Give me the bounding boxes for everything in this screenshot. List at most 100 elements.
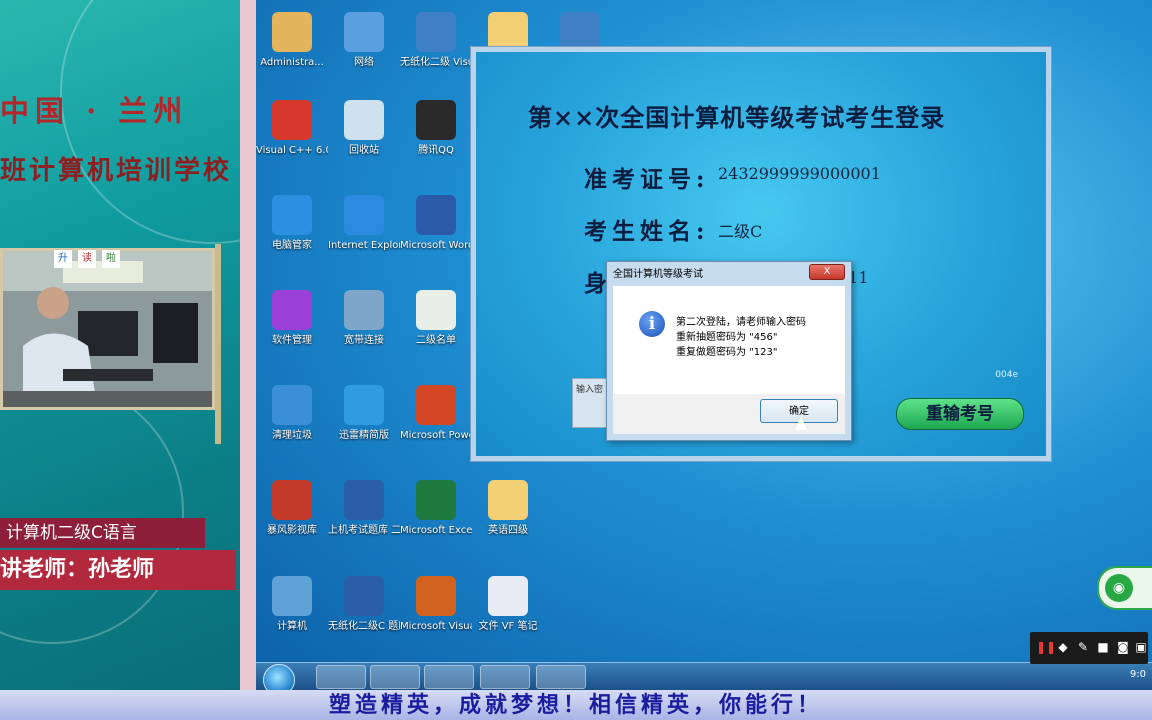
desktop-icon[interactable]: Internet Explorer (328, 195, 400, 252)
desktop-icon[interactable]: 计算机 (256, 576, 328, 633)
user-folder-icon (272, 12, 312, 52)
ticket-value: 2432999999000001 (718, 164, 881, 183)
dialog-body: i 第二次登陆，请老师输入密码 重新抽题密码为 "456" 重复做题密码为 "1… (613, 286, 845, 394)
desktop-icon[interactable]: 暴风影视库 (256, 480, 328, 537)
recycle-bin-icon (344, 100, 384, 140)
pc-manager-icon (272, 195, 312, 235)
desktop-icon-label: 宽带连接 (344, 335, 384, 346)
desktop-icon-label: Microsoft Visual Fo... (400, 621, 472, 632)
desktop-icon-label: 软件管理 (272, 335, 312, 346)
teacher-video (0, 248, 215, 410)
desktop-icon[interactable]: 上机考试题库 二级MS Of... (328, 480, 400, 537)
message-line: 重复做题密码为 "123" (676, 347, 778, 358)
pause-icon[interactable]: ❚❚ (1036, 640, 1056, 654)
desktop-icon-label: 英语四级 (488, 525, 528, 536)
desktop-icon-label: Microsoft Excel 2010 (400, 525, 472, 536)
tag-icon[interactable]: ◆ (1056, 640, 1070, 654)
board-frame (215, 244, 221, 444)
desktop-icon[interactable]: 腾讯QQ (400, 100, 472, 157)
exam-bank-icon (344, 576, 384, 616)
desktop-icon[interactable]: 回收站 (328, 100, 400, 157)
exam-bank-icon (344, 480, 384, 520)
desktop-icon-label: 上机考试题库 二级MS Of... (328, 525, 400, 536)
desktop-icon-label: 无纸化二级C 题库版 (328, 621, 400, 632)
powerpoint-icon (416, 385, 456, 425)
teaching-panel: 中国 · 兰州 班计算机培训学校 升 读 啦 计算机二级C语言 讲老师：孙老师 (0, 0, 240, 690)
desktop-icon-label: Microsoft PowerPoi... (400, 430, 472, 441)
desktop-icon[interactable]: 迅雷精简版 (328, 385, 400, 442)
desktop-icon[interactable]: Administra... (256, 12, 328, 69)
foxpro-icon (416, 576, 456, 616)
desktop-icon-label: Internet Explorer (328, 240, 400, 251)
desktop-icon[interactable]: 电脑管家 (256, 195, 328, 252)
excel-icon (416, 480, 456, 520)
desktop-icon-label: 迅雷精简版 (339, 430, 389, 441)
desktop-icon-label: 暴风影视库 (267, 525, 317, 536)
input-hint: 输入密 (576, 385, 604, 395)
dialog-caption: 全国计算机等级考试 (613, 269, 703, 280)
desktop-icon[interactable]: Microsoft Word 2010 (400, 195, 472, 252)
thunder-icon (344, 385, 384, 425)
wifi-widget[interactable]: ◉ (1097, 566, 1152, 610)
desktop-icon[interactable]: Microsoft Excel 2010 (400, 480, 472, 537)
qq-icon (416, 100, 456, 140)
desktop-icon-label: 清理垃圾 (272, 430, 312, 441)
desktop-icon-label: 文件 VF 笔记 (478, 621, 538, 632)
computer-icon (272, 576, 312, 616)
mouse-cursor-icon (795, 416, 807, 430)
desktop-icon[interactable]: Microsoft Visual Fo... (400, 576, 472, 633)
school-name-title: 班计算机培训学校 (0, 156, 233, 186)
recording-toolbar: ❚❚ ◆ ✎ ■ ◙ ▣ (1030, 632, 1148, 664)
decorative-swirl (0, 380, 184, 644)
taskbar-app-button[interactable] (370, 665, 420, 689)
message-dialog[interactable]: 全国计算机等级考试 X i 第二次登陆，请老师输入密码 重新抽题密码为 "456… (606, 261, 852, 441)
software-manager-icon (272, 290, 312, 330)
close-button[interactable]: X (809, 264, 845, 280)
clock[interactable]: 9:0 (1130, 669, 1146, 680)
corner-text: 004e (995, 370, 1018, 380)
taskbar: 9:0 (256, 662, 1152, 691)
video-library-icon (272, 480, 312, 520)
word-file-icon (488, 576, 528, 616)
course-name: 计算机二级C语言 (0, 518, 205, 548)
message-line: 重新抽题密码为 "456" (676, 332, 778, 343)
taskbar-app-button[interactable] (316, 665, 366, 689)
word-icon (416, 195, 456, 235)
desktop-icon[interactable]: 文件 VF 笔记 (472, 576, 544, 633)
desktop-icon[interactable]: 二级名单 (400, 290, 472, 347)
retype-button[interactable]: 重输考号 (896, 398, 1024, 430)
board-sign: 升 (54, 250, 72, 268)
desktop-icon-label: 计算机 (277, 621, 307, 632)
desktop-icon[interactable]: Visual C++ 6.0 (256, 100, 328, 157)
taskbar-folder-button[interactable] (424, 665, 474, 689)
desktop-icon[interactable]: 宽带连接 (328, 290, 400, 347)
app-icon (416, 12, 456, 52)
desktop-icon[interactable]: 网络 (328, 12, 400, 69)
taskbar-word-button[interactable] (480, 665, 530, 689)
desktop-icon[interactable]: 无纸化二级C 题库版 (328, 576, 400, 633)
info-icon: i (639, 311, 665, 337)
excel-file-icon (416, 290, 456, 330)
board-sign: 啦 (102, 250, 120, 268)
desktop-icon[interactable]: Microsoft PowerPoi... (400, 385, 472, 442)
camera-icon[interactable]: ◙ (1116, 640, 1130, 654)
board-sign: 读 (78, 250, 96, 268)
screen-icon[interactable]: ▣ (1134, 640, 1148, 654)
login-title: 第××次全国计算机等级考试考生登录 (528, 103, 946, 132)
desktop-icon[interactable]: 英语四级 (472, 480, 544, 537)
pen-icon[interactable]: ✎ (1076, 640, 1090, 654)
desktop-icon[interactable]: 无纸化二级 Visual Fo... (400, 12, 472, 69)
ie-icon (344, 195, 384, 235)
stop-icon[interactable]: ■ (1096, 640, 1110, 654)
slogan-banner: 塑造精英，成就梦想！相信精英，你能行！ (0, 690, 1152, 720)
taskbar-exam-button[interactable] (536, 665, 586, 689)
broadband-icon (344, 290, 384, 330)
desktop-icon-label: 无纸化二级 Visual Fo... (400, 57, 472, 68)
desktop-icon[interactable]: 软件管理 (256, 290, 328, 347)
desktop-icon[interactable]: 清理垃圾 (256, 385, 328, 442)
school-location-title: 中国 · 兰州 (0, 94, 189, 128)
visual-cpp-icon (272, 100, 312, 140)
desktop-icon-label: 回收站 (349, 145, 379, 156)
desktop-icon-label: 二级名单 (416, 335, 456, 346)
name-value: 二级C (718, 222, 763, 241)
